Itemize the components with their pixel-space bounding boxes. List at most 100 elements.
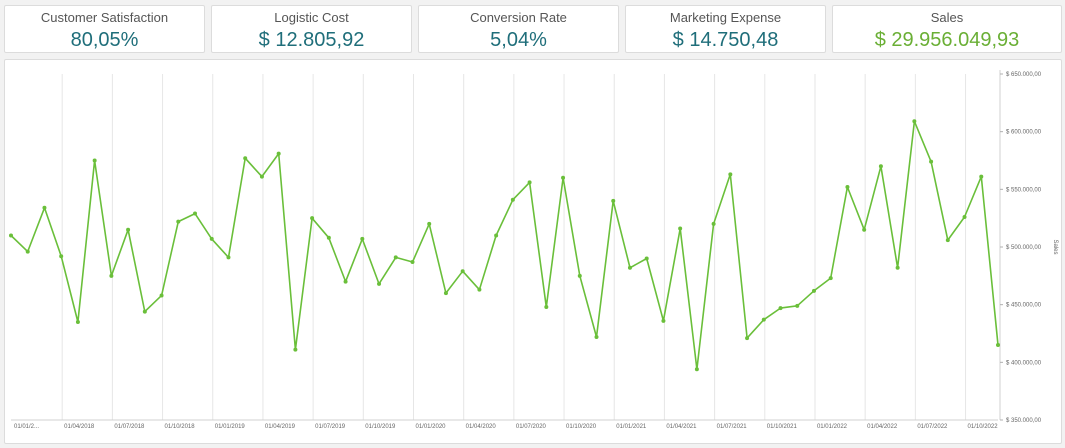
kpi-card-conversion-rate[interactable]: Conversion Rate 5,04%: [418, 5, 619, 53]
sales-data-point: [126, 227, 131, 232]
sales-data-point: [460, 269, 465, 274]
kpi-value: $ 29.956.049,93: [874, 29, 1020, 51]
sales-data-point: [996, 343, 1000, 348]
kpi-card-logistic-cost[interactable]: Logistic Cost $ 12.805,92: [211, 5, 412, 53]
x-tick-label: 01/04/2018: [64, 424, 95, 430]
x-tick-label: 01/10/2019: [365, 424, 396, 430]
y-tick-label: $ 400.000,00: [1006, 360, 1042, 366]
sales-data-point: [226, 255, 231, 260]
kpi-card-sales[interactable]: Sales $ 29.956.049,93: [832, 5, 1062, 53]
sales-data-point: [427, 221, 432, 226]
sales-data-point: [310, 216, 315, 221]
x-tick-label: 01/04/2020: [466, 424, 497, 430]
sales-data-point: [42, 205, 47, 210]
sales-data-point: [761, 317, 766, 322]
x-tick-label: 01/01/2...: [14, 424, 39, 430]
sales-data-point: [393, 255, 398, 260]
sales-data-point: [293, 347, 298, 352]
x-tick-label: 01/10/2020: [566, 424, 597, 430]
sales-data-point: [360, 236, 365, 241]
kpi-value: $ 14.750,48: [672, 29, 779, 51]
sales-data-point: [795, 303, 800, 308]
sales-data-point: [443, 291, 448, 296]
y-tick-label: $ 600.000,00: [1006, 130, 1042, 136]
sales-data-point: [410, 259, 415, 264]
x-tick-label: 01/07/2018: [114, 424, 145, 430]
sales-data-point: [945, 238, 950, 243]
x-tick-label: 01/04/2019: [265, 424, 296, 430]
sales-data-point: [979, 174, 984, 179]
sales-data-point: [209, 236, 214, 241]
x-tick-label: 01/01/2021: [616, 424, 647, 430]
kpi-label: Logistic Cost: [274, 10, 349, 25]
kpi-card-customer-satisfaction[interactable]: Customer Satisfaction 80,05%: [4, 5, 205, 53]
sales-data-point: [878, 164, 883, 169]
sales-data-point: [176, 219, 181, 224]
sales-data-point: [243, 156, 248, 161]
sales-data-point: [561, 175, 566, 180]
sales-data-point: [59, 254, 64, 259]
sales-line-chart[interactable]: 01/01/2... 01/04/2018 01/07/2018 01/10/2018…: [5, 60, 1061, 443]
sales-data-point: [862, 227, 867, 232]
x-tick-label: 01/07/2019: [315, 424, 346, 430]
sales-data-point: [9, 233, 13, 238]
kpi-label: Customer Satisfaction: [40, 10, 169, 25]
sales-data-point: [259, 174, 264, 179]
sales-data-point: [644, 256, 649, 261]
x-tick-label: 01/01/2022: [817, 424, 848, 430]
x-tick-label: 01/07/2020: [516, 424, 547, 430]
sales-data-point: [895, 265, 900, 270]
kpi-label: Sales: [930, 10, 964, 25]
sales-data-point: [276, 151, 281, 156]
sales-data-point: [25, 249, 30, 254]
sales-data-point: [494, 233, 499, 238]
sales-data-point: [661, 318, 666, 323]
sales-data-point: [778, 306, 783, 311]
sales-data-point: [728, 172, 733, 177]
y-tick-label: $ 550.000,00: [1006, 187, 1042, 193]
sales-data-point: [627, 265, 632, 270]
sales-data-point: [745, 336, 750, 341]
sales-data-point: [929, 159, 934, 164]
x-tick-label: 01/04/2021: [666, 424, 697, 430]
sales-data-point: [611, 198, 616, 203]
x-tick-label: 01/01/2019: [215, 424, 246, 430]
sales-data-point: [828, 276, 833, 281]
sales-data-point: [159, 293, 164, 298]
kpi-label: Marketing Expense: [669, 10, 782, 25]
sales-data-point: [962, 215, 967, 220]
y-tick-label: $ 500.000,00: [1006, 245, 1042, 251]
sales-data-point: [510, 197, 515, 202]
sales-data-point: [326, 235, 331, 240]
sales-data-point: [527, 180, 532, 185]
sales-series-line: [10, 120, 999, 371]
sales-data-point: [343, 279, 348, 284]
sales-data-point: [912, 119, 917, 124]
sales-line-chart-panel[interactable]: 01/01/2... 01/04/2018 01/07/2018 01/10/2018…: [4, 59, 1062, 444]
sales-data-point: [678, 226, 683, 231]
x-tick-label: 01/10/2018: [165, 424, 196, 430]
sales-data-point: [142, 309, 147, 314]
y-axis-title: Sales: [1052, 239, 1058, 254]
sales-data-point: [811, 288, 816, 293]
y-tick-label: $ 650.000,00: [1006, 72, 1042, 78]
sales-data-point: [377, 281, 382, 286]
kpi-value: $ 12.805,92: [258, 29, 365, 51]
kpi-card-marketing-expense[interactable]: Marketing Expense $ 14.750,48: [625, 5, 826, 53]
y-tick-label: $ 350.000,00: [1006, 418, 1042, 424]
sales-data-point: [92, 158, 97, 163]
kpi-value: 5,04%: [490, 29, 547, 51]
x-tick-label: 01/10/2021: [767, 424, 798, 430]
kpi-value: 80,05%: [70, 29, 139, 51]
sales-data-point: [477, 287, 482, 292]
sales-data-point: [845, 185, 850, 190]
kpi-label: Conversion Rate: [470, 10, 567, 25]
sales-data-point: [193, 211, 198, 216]
x-tick-label: 01/04/2022: [867, 424, 898, 430]
x-tick-label: 01/10/2022: [968, 424, 999, 430]
kpi-row: Customer Satisfaction 80,05% Logistic Co…: [4, 5, 1062, 53]
sales-data-point: [75, 319, 80, 324]
sales-data-point: [109, 273, 114, 278]
sales-data-point: [711, 221, 716, 226]
sales-data-point: [594, 334, 599, 339]
